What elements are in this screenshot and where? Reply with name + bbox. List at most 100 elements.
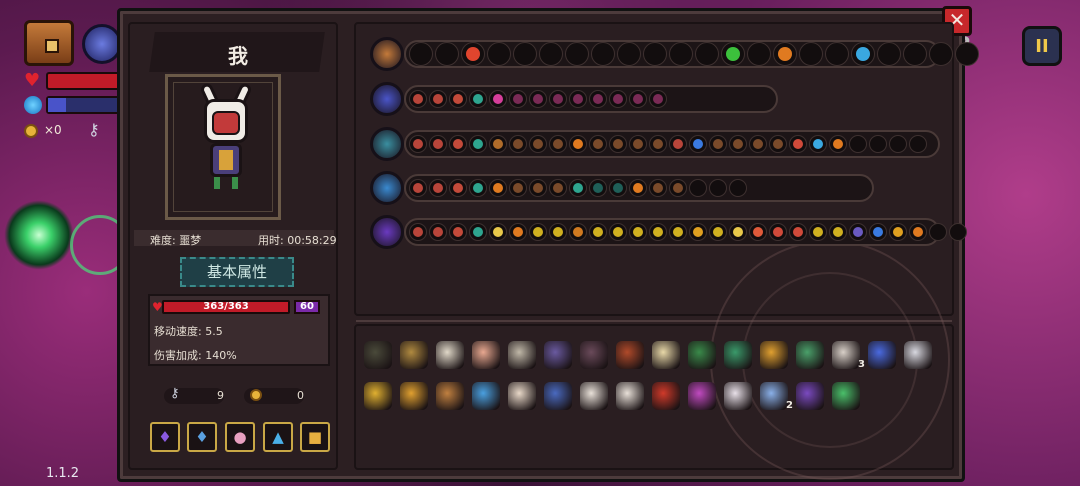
upgrade-slot[interactable] (889, 135, 907, 153)
upgrade-slot[interactable] (529, 90, 547, 108)
upgrade-slot[interactable] (955, 42, 979, 66)
upgrade-slot[interactable] (649, 90, 667, 108)
upgrade-slot[interactable] (489, 223, 507, 241)
upgrade-slot[interactable] (769, 135, 787, 153)
upgrade-slot[interactable] (709, 179, 727, 197)
upgrade-slot[interactable] (589, 135, 607, 153)
pickaxe-icon[interactable] (436, 382, 464, 410)
upgrade-slot[interactable] (695, 42, 719, 66)
skull-crest-icon[interactable] (580, 382, 608, 410)
upgrade-slot[interactable] (649, 135, 667, 153)
upgrade-slot[interactable] (429, 223, 447, 241)
upgrade-slot[interactable] (529, 223, 547, 241)
upgrade-slot[interactable] (877, 42, 901, 66)
upgrade-slot[interactable] (829, 223, 847, 241)
golden-bottle-icon[interactable]: ■ (300, 422, 330, 452)
upgrade-slot[interactable] (643, 42, 667, 66)
upgrade-slot[interactable] (509, 135, 527, 153)
upgrade-slot[interactable] (489, 179, 507, 197)
wand-icon[interactable] (370, 215, 404, 249)
spellbook-icon[interactable] (616, 341, 644, 369)
upgrade-slot[interactable] (789, 135, 807, 153)
upgrade-slot[interactable] (569, 223, 587, 241)
golden-bell-icon[interactable] (364, 382, 392, 410)
upgrade-slot[interactable] (909, 135, 927, 153)
upgrade-slot[interactable] (851, 42, 875, 66)
upgrade-slot[interactable] (689, 135, 707, 153)
upgrade-slot[interactable] (429, 90, 447, 108)
upgrade-slot[interactable] (409, 223, 427, 241)
upgrade-slot[interactable] (629, 179, 647, 197)
upgrade-slot[interactable] (609, 179, 627, 197)
weapon-orb-icon[interactable] (82, 24, 122, 64)
upgrade-slot[interactable] (649, 179, 667, 197)
bone-blade-icon[interactable] (616, 382, 644, 410)
upgrade-slot[interactable] (589, 179, 607, 197)
upgrade-slot[interactable] (529, 179, 547, 197)
upgrade-slot[interactable] (609, 135, 627, 153)
tab-basic-attributes[interactable]: 基本属性 (180, 257, 294, 287)
upgrade-slot[interactable] (729, 223, 747, 241)
upgrade-slot[interactable] (649, 223, 667, 241)
upgrade-slot[interactable] (773, 42, 797, 66)
green-belt-icon[interactable] (724, 341, 752, 369)
upgrade-slot[interactable] (747, 42, 771, 66)
upgrade-slot[interactable] (949, 223, 967, 241)
upgrade-slot[interactable] (469, 179, 487, 197)
upgrade-slot[interactable] (469, 90, 487, 108)
rainbow-shard-icon[interactable] (688, 382, 716, 410)
upgrade-slot[interactable] (609, 90, 627, 108)
blue-crystal-icon[interactable] (370, 171, 404, 205)
upgrade-slot[interactable] (489, 90, 507, 108)
upgrade-slot[interactable] (689, 179, 707, 197)
upgrade-slot[interactable] (509, 179, 527, 197)
upgrade-slot[interactable] (569, 135, 587, 153)
blue-crystal-icon[interactable]: ♦ (187, 422, 217, 452)
upgrade-slot[interactable] (469, 135, 487, 153)
magnifier-icon[interactable] (472, 382, 500, 410)
upgrade-slot[interactable] (769, 223, 787, 241)
blue-vial-icon[interactable] (868, 341, 896, 369)
upgrade-slot[interactable] (629, 90, 647, 108)
upgrade-slot[interactable] (929, 223, 947, 241)
blue-flask-icon[interactable]: ▲ (263, 422, 293, 452)
upgrade-slot[interactable] (449, 135, 467, 153)
pink-flask-icon[interactable]: ● (225, 422, 255, 452)
upgrade-slot[interactable] (461, 42, 485, 66)
blue-ghost-icon[interactable] (544, 382, 572, 410)
upgrade-slot[interactable] (809, 135, 827, 153)
upgrade-slot[interactable] (449, 223, 467, 241)
upgrade-slot[interactable] (749, 223, 767, 241)
upgrade-slot[interactable] (539, 42, 563, 66)
upgrade-slot[interactable] (569, 179, 587, 197)
upgrade-slot[interactable] (409, 135, 427, 153)
pause-button[interactable]: II (1022, 26, 1062, 66)
upgrade-slot[interactable] (429, 179, 447, 197)
upgrade-slot[interactable] (789, 223, 807, 241)
fang-necklace-icon[interactable] (436, 341, 464, 369)
leaf-icon[interactable] (832, 382, 860, 410)
upgrade-slot[interactable] (409, 90, 427, 108)
upgrade-slot[interactable] (809, 223, 827, 241)
honey-jar-icon[interactable] (400, 382, 428, 410)
upgrade-slot[interactable] (829, 135, 847, 153)
upgrade-slot[interactable] (509, 90, 527, 108)
upgrade-slot[interactable] (513, 42, 537, 66)
upgrade-slot[interactable] (565, 42, 589, 66)
upgrade-slot[interactable] (729, 135, 747, 153)
upgrade-slot[interactable] (903, 42, 927, 66)
upgrade-slot[interactable] (909, 223, 927, 241)
upgrade-slot[interactable] (591, 42, 615, 66)
upgrade-slot[interactable] (617, 42, 641, 66)
upgrade-slot[interactable] (609, 223, 627, 241)
upgrade-slot[interactable] (669, 223, 687, 241)
green-boot-icon[interactable] (688, 341, 716, 369)
upgrade-slot[interactable] (889, 223, 907, 241)
wing-icon[interactable] (724, 382, 752, 410)
upgrade-slot[interactable] (669, 42, 693, 66)
goggles-icon[interactable] (508, 341, 536, 369)
upgrade-slot[interactable] (429, 135, 447, 153)
ice-crystal-icon[interactable] (760, 382, 788, 410)
chest-icon[interactable] (24, 20, 74, 66)
upgrade-slot[interactable] (849, 135, 867, 153)
